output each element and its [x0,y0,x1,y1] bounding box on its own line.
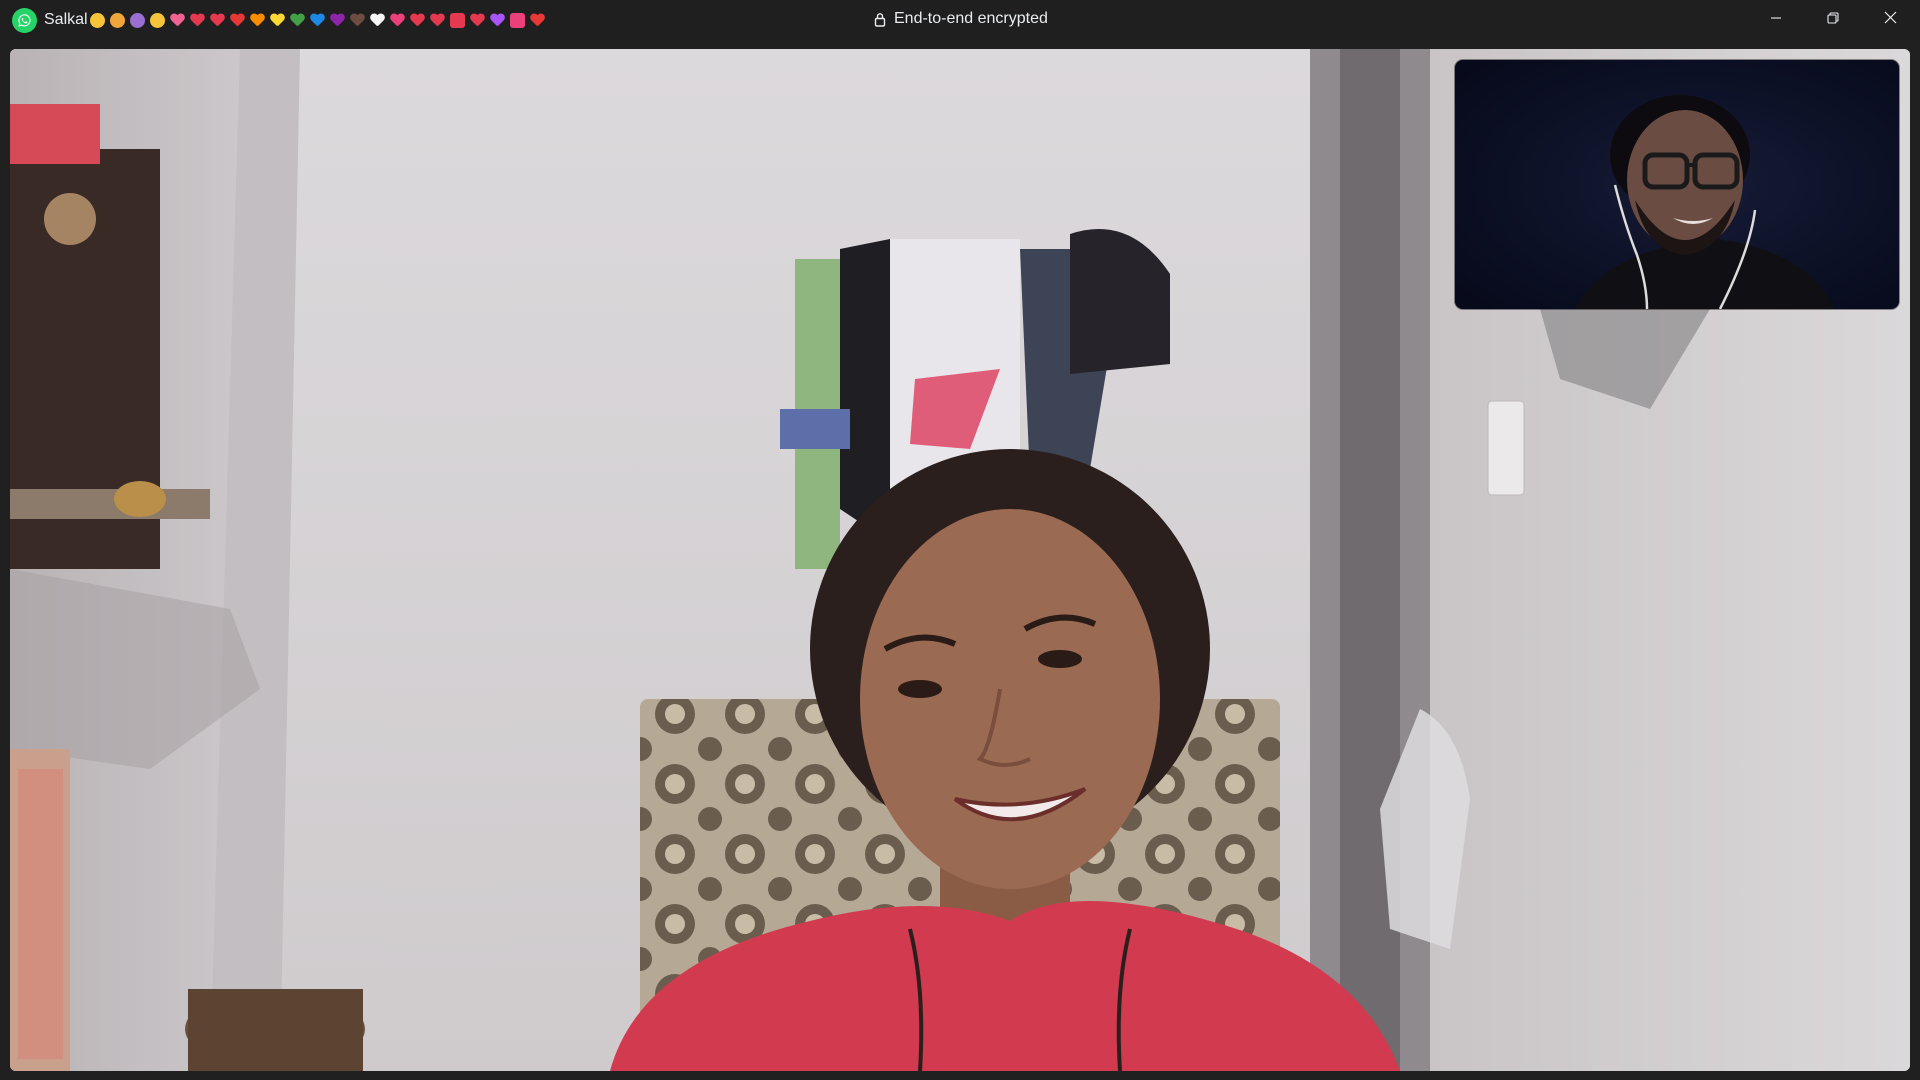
cat-face-icon [109,12,125,28]
heart-exclamation-icon [210,13,225,28]
restore-icon [1827,11,1839,29]
close-icon [1884,11,1897,29]
love-letter-icon [509,12,525,28]
smiling-face-icon [149,12,165,28]
heart-exclamation-icon [470,13,485,28]
lock-icon [874,12,886,27]
blue-heart-icon [310,13,325,28]
contact-title: Salkal [44,9,545,31]
heart-decoration-icon [490,13,505,28]
minimize-button[interactable] [1748,0,1804,40]
purple-heart-icon [330,13,345,28]
pink-heart-icon [170,13,185,28]
title-bar[interactable]: Salkal End-to-end encrypted [0,0,1920,40]
orange-heart-icon [250,13,265,28]
love-letter-icon [449,12,465,28]
red-heart-icon [530,13,545,28]
heart-exclamation-icon [430,13,445,28]
heart-exclamation-icon [190,13,205,28]
contact-name-emojis [89,12,545,28]
contact-name: Salkal [44,11,88,28]
white-heart-icon [370,13,385,28]
red-heart-icon [230,13,245,28]
self-view-frame [1455,60,1899,309]
heart-with-ribbon-icon [410,13,425,28]
yellow-heart-icon [270,13,285,28]
minimize-icon [1770,11,1782,29]
close-button[interactable] [1862,0,1918,40]
whatsapp-logo-icon [12,8,37,33]
encryption-label: End-to-end encrypted [894,10,1048,27]
heart-with-arrow-icon [390,13,405,28]
self-view-video[interactable] [1455,60,1899,309]
purple-face-icon [129,12,145,28]
green-heart-icon [290,13,305,28]
restore-button[interactable] [1805,0,1861,40]
brown-heart-icon [350,13,365,28]
smiling-face-icon [89,12,105,28]
whatsapp-call-window: Salkal End-to-end encrypted [0,0,1920,1080]
encryption-status: End-to-end encrypted [874,10,1048,28]
